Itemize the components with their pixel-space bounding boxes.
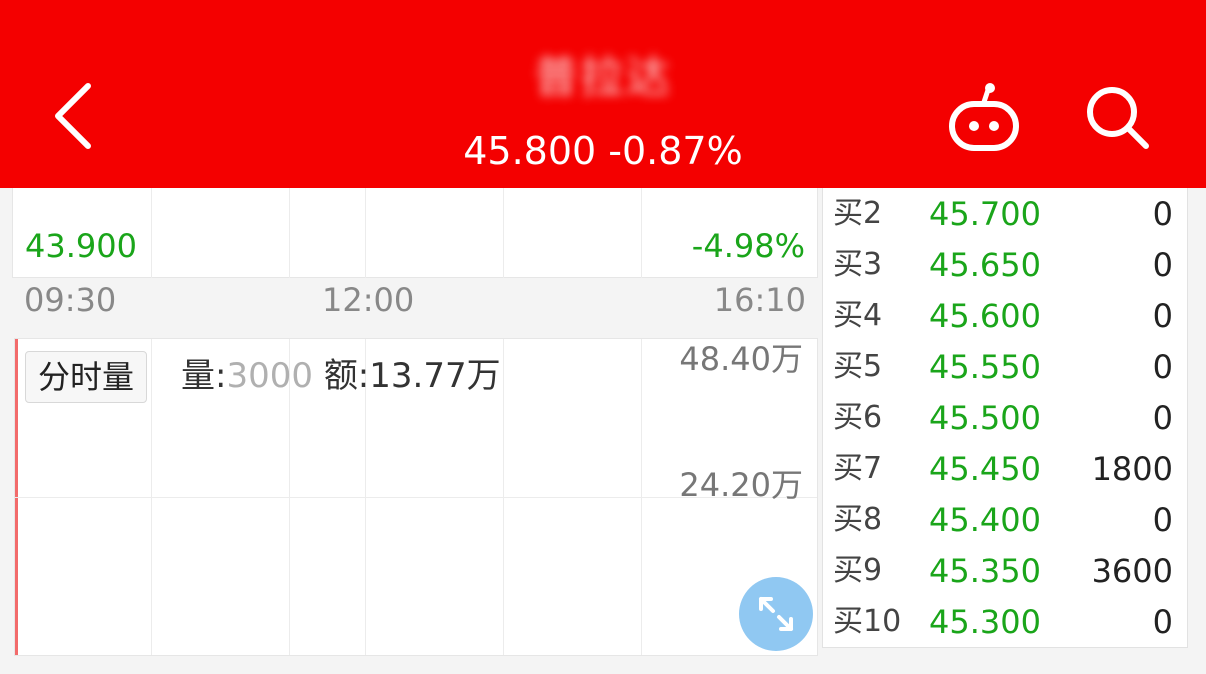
- bid-level: 买5: [833, 349, 883, 384]
- search-button[interactable]: [1082, 82, 1154, 154]
- robot-assistant-button[interactable]: [944, 80, 1024, 156]
- chart-low-price: 43.900: [25, 227, 137, 265]
- bid-volume: 1800: [1091, 450, 1173, 488]
- bid-price: 45.450: [929, 450, 1041, 488]
- grid-line: [503, 188, 504, 278]
- volume-info: 量:3000 额:13.77万: [181, 353, 501, 399]
- order-book: 买2 45.700 0 买3 45.650 0 买4 45.600 0 买5 4…: [822, 188, 1188, 648]
- order-book-row[interactable]: 买9 45.350 3600: [823, 545, 1187, 597]
- order-book-row[interactable]: 买5 45.550 0: [823, 341, 1187, 393]
- bid-price: 45.400: [929, 501, 1041, 539]
- bid-volume: 3600: [1091, 552, 1173, 590]
- order-book-row[interactable]: 买7 45.450 1800: [823, 443, 1187, 495]
- chart-low-percent: -4.98%: [691, 227, 805, 265]
- grid-line: [289, 188, 290, 278]
- volume-label: 量:: [181, 356, 227, 396]
- bid-volume: 0: [1152, 501, 1173, 539]
- bid-volume: 0: [1152, 348, 1173, 386]
- bid-level: 买8: [833, 502, 883, 537]
- stock-name: 普拉达: [534, 52, 672, 103]
- bid-level: 买3: [833, 247, 883, 282]
- order-book-row[interactable]: 买8 45.400 0: [823, 494, 1187, 546]
- search-icon: [1087, 87, 1149, 149]
- time-label-open: 09:30: [24, 281, 117, 319]
- bid-price: 45.300: [929, 603, 1041, 641]
- bid-volume: 0: [1152, 603, 1173, 641]
- bid-price: 45.500: [929, 399, 1041, 437]
- bid-level: 买4: [833, 298, 883, 333]
- bid-level: 买6: [833, 400, 883, 435]
- bid-volume: 0: [1152, 297, 1173, 335]
- bid-level: 买2: [833, 196, 883, 231]
- time-label-mid: 12:00: [322, 281, 415, 319]
- order-book-row[interactable]: 买4 45.600 0: [823, 290, 1187, 342]
- volume-type-tab[interactable]: 分时量: [25, 351, 148, 403]
- price-chart[interactable]: 43.900 -4.98%: [12, 188, 818, 278]
- time-axis: 09:30 12:00 16:10: [12, 280, 818, 320]
- bid-level: 买9: [833, 553, 883, 588]
- bid-price: 45.700: [929, 195, 1041, 233]
- robot-icon: [949, 83, 1019, 151]
- bid-level: 买7: [833, 451, 883, 486]
- time-label-close: 16:10: [713, 281, 806, 319]
- volume-axis-max: 48.40万: [679, 340, 803, 378]
- bid-price: 45.350: [929, 552, 1041, 590]
- fullscreen-button[interactable]: [739, 577, 813, 651]
- bid-volume: 0: [1152, 195, 1173, 233]
- bid-price: 45.600: [929, 297, 1041, 335]
- bid-price: 45.650: [929, 246, 1041, 284]
- top-bar: 普拉达 45.800 -0.87%: [0, 0, 1206, 188]
- order-book-row[interactable]: 买3 45.650 0: [823, 239, 1187, 291]
- volume-chart[interactable]: 分时量 量:3000 额:13.77万 48.40万 24.20万: [14, 338, 818, 656]
- price-change-line: 45.800 -0.87%: [463, 129, 743, 173]
- grid-line: [641, 188, 642, 278]
- volume-value: 3000: [226, 356, 313, 396]
- volume-axis-mid: 24.20万: [679, 466, 803, 504]
- bid-price: 45.550: [929, 348, 1041, 386]
- order-book-row[interactable]: 买10 45.300 0: [823, 596, 1187, 648]
- bid-volume: 0: [1152, 399, 1173, 437]
- grid-line: [151, 188, 152, 278]
- bid-level: 买10: [833, 604, 902, 639]
- order-book-row[interactable]: 买6 45.500 0: [823, 392, 1187, 444]
- expand-icon: [759, 597, 793, 631]
- order-book-row[interactable]: 买2 45.700 0: [823, 188, 1187, 240]
- bid-volume: 0: [1152, 246, 1173, 284]
- amount-text: 额:13.77万: [323, 356, 501, 396]
- grid-line: [365, 188, 366, 278]
